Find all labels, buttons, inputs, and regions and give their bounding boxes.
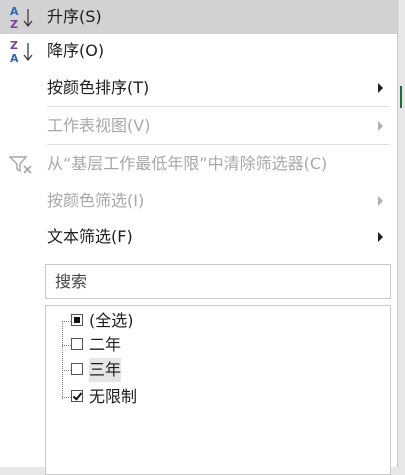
search-placeholder: 搜索: [55, 272, 88, 291]
svg-text:A: A: [10, 5, 19, 18]
cell-selection-edge: [400, 86, 402, 108]
list-item-label: 无限制: [89, 387, 138, 406]
menu-item-label: 升序(S): [47, 7, 102, 26]
menu-item-label: 降序(O): [47, 41, 105, 60]
sort-descending-icon: Z A: [9, 38, 37, 65]
menu-separator: [47, 106, 390, 107]
submenu-arrow-icon: [378, 121, 383, 131]
menu-item-label: 从“基层工作最低年限”中清除筛选器(C): [47, 154, 328, 173]
list-item[interactable]: 二年: [46, 333, 346, 357]
menu-item-filter-by-color: 按颜色筛选(I): [0, 184, 397, 218]
filter-dropdown-menu: A Z 升序(S) Z A 降序(O) 按颜色排序(T) 工作表视图(V) 从“…: [0, 0, 398, 475]
list-item-label: (全选): [89, 311, 134, 330]
menu-separator: [47, 144, 390, 145]
checkbox[interactable]: [71, 363, 83, 375]
submenu-arrow-icon: [378, 196, 383, 206]
filter-value-list[interactable]: (全选) 二年 三年 无限制: [45, 305, 391, 475]
list-item[interactable]: 无限制: [46, 385, 346, 409]
menu-item-clear-filter: 从“基层工作最低年限”中清除筛选器(C): [0, 147, 397, 181]
clear-filter-icon: [8, 151, 37, 177]
list-item-label: 三年: [89, 358, 122, 382]
sort-ascending-icon: A Z: [9, 4, 37, 31]
svg-text:A: A: [10, 52, 19, 64]
menu-item-sort-ascending[interactable]: A Z 升序(S): [0, 0, 397, 34]
submenu-arrow-icon: [378, 232, 383, 242]
menu-item-sheet-view: 工作表视图(V): [0, 109, 397, 143]
menu-item-label: 按颜色排序(T): [47, 78, 150, 97]
menu-item-label: 工作表视图(V): [47, 116, 151, 135]
menu-item-label: 文本筛选(F): [47, 227, 133, 246]
menu-item-sort-descending[interactable]: Z A 降序(O): [0, 34, 397, 68]
svg-text:Z: Z: [10, 18, 18, 30]
list-item-select-all[interactable]: (全选): [46, 309, 346, 333]
search-input[interactable]: 搜索: [45, 264, 391, 299]
menu-item-sort-by-color[interactable]: 按颜色排序(T): [0, 71, 397, 105]
submenu-arrow-icon: [378, 83, 383, 93]
list-item[interactable]: 三年: [46, 358, 346, 382]
checkbox[interactable]: [71, 390, 83, 402]
list-item-label: 二年: [89, 335, 122, 354]
menu-item-text-filter[interactable]: 文本筛选(F): [0, 220, 397, 254]
checkbox[interactable]: [71, 314, 83, 326]
menu-item-label: 按颜色筛选(I): [47, 191, 145, 210]
checkbox[interactable]: [71, 338, 83, 350]
svg-text:Z: Z: [10, 39, 18, 52]
